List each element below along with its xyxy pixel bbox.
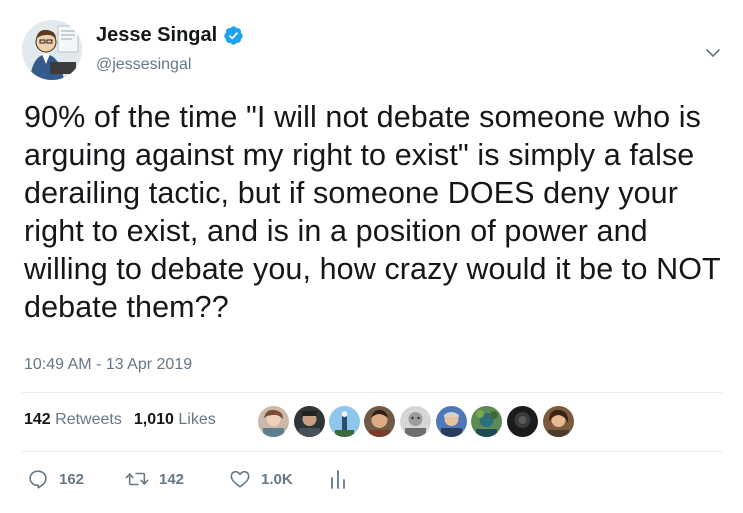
liker-avatar[interactable]	[400, 406, 431, 437]
tweet-timestamp[interactable]: 10:49 AM - 13 Apr 2019	[24, 356, 192, 374]
liker-avatar[interactable]	[436, 406, 467, 437]
liker-avatar[interactable]	[543, 406, 574, 437]
retweet-count: 142	[159, 470, 185, 488]
reply-button[interactable]: 162	[27, 468, 84, 490]
tweet-actions: 162 142 1.0K	[24, 468, 724, 494]
liker-avatar[interactable]	[329, 406, 360, 437]
chevron-down-icon[interactable]	[704, 44, 722, 62]
reply-count: 162	[59, 470, 85, 488]
liker-avatar[interactable]	[471, 406, 502, 437]
divider	[22, 451, 722, 452]
liker-avatars	[0, 406, 743, 440]
divider	[22, 392, 722, 393]
liker-avatar[interactable]	[507, 406, 538, 437]
liker-avatar[interactable]	[258, 406, 289, 437]
heart-icon	[229, 468, 251, 490]
tweet-text: 90% of the time "I will not debate someo…	[24, 100, 721, 324]
author-handle[interactable]: @jessesingal	[96, 56, 191, 74]
like-button[interactable]: 1.0K	[229, 468, 293, 490]
analytics-button[interactable]	[329, 468, 347, 490]
retweet-button[interactable]: 142	[125, 468, 184, 490]
author-avatar[interactable]	[22, 20, 82, 80]
analytics-icon	[329, 468, 347, 490]
liker-avatar[interactable]	[294, 406, 325, 437]
verified-badge-icon	[223, 25, 244, 46]
retweet-icon	[125, 468, 149, 490]
like-count: 1.0K	[261, 470, 293, 488]
reply-icon	[27, 468, 49, 490]
author-name-row: Jesse Singal	[96, 24, 244, 47]
liker-avatar[interactable]	[364, 406, 395, 437]
tweet-card: Jesse Singal @jessesingal 90% of the tim…	[0, 0, 743, 513]
author-name[interactable]: Jesse Singal	[96, 24, 217, 47]
